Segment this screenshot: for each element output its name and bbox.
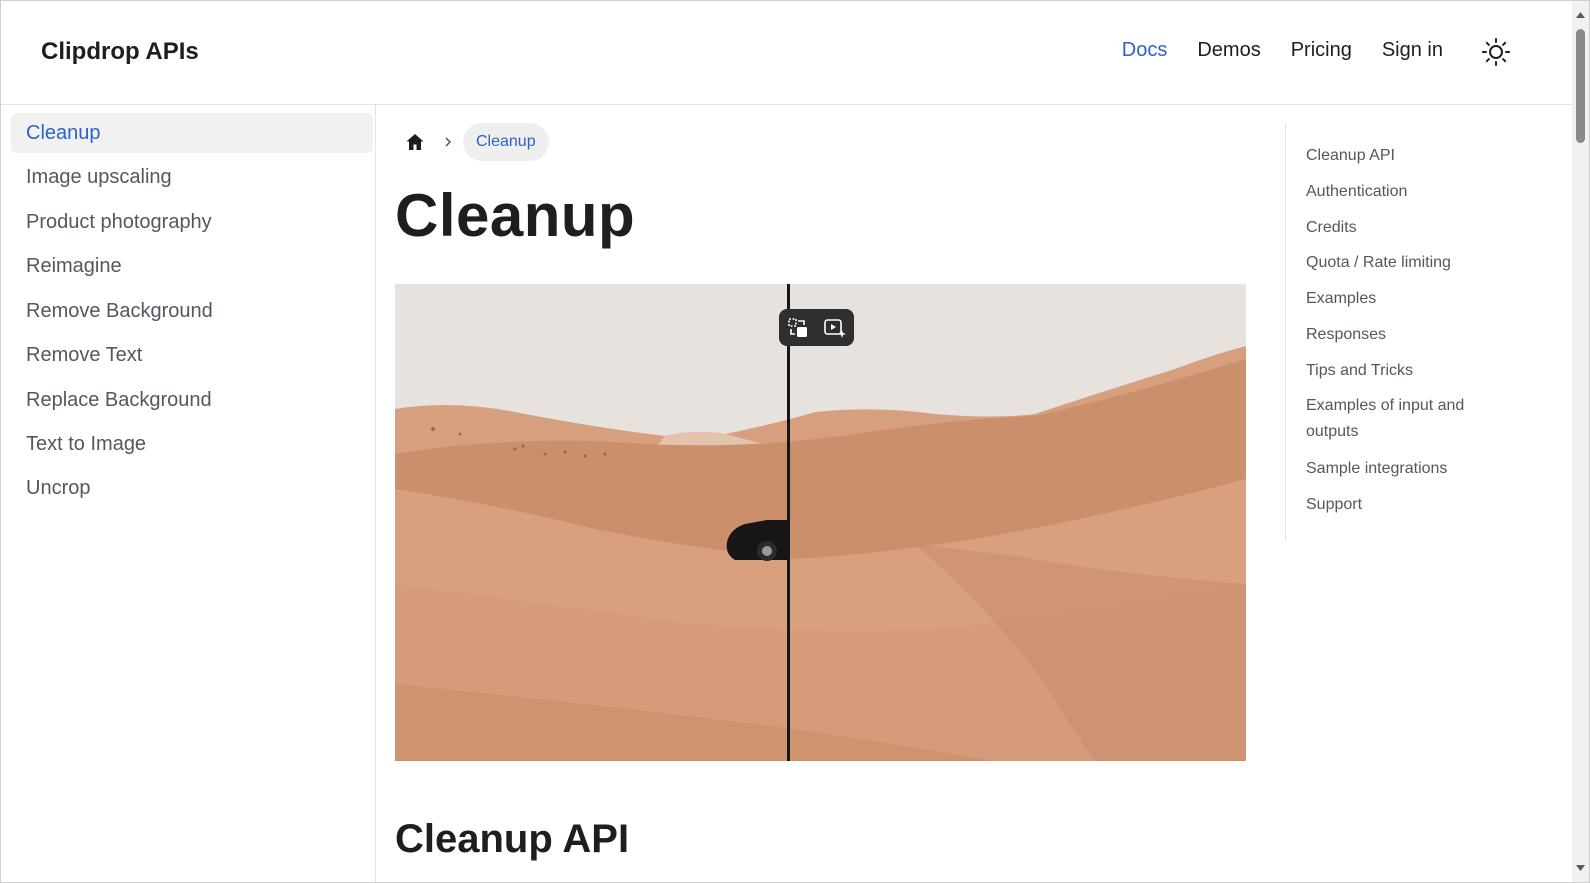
sidebar-item-text-to-image[interactable]: Text to Image [11,424,373,464]
sidebar-item-product-photography[interactable]: Product photography [11,202,373,242]
scroll-up-arrow-icon[interactable] [1574,9,1587,21]
sidebar-item-replace-background[interactable]: Replace Background [11,380,373,420]
home-icon [406,134,424,150]
theme-toggle-button[interactable] [1481,37,1511,67]
page-title: Cleanup [395,182,636,249]
toc-item-sample-integrations[interactable]: Sample integrations [1306,456,1526,482]
toc-item-authentication[interactable]: Authentication [1306,179,1526,205]
scrollbar-thumb[interactable] [1576,29,1585,143]
sidebar-item-uncrop[interactable]: Uncrop [11,468,373,508]
breadcrumb: Cleanup [397,123,549,161]
browser-viewport: Clipdrop APIs Docs Demos Pricing Sign in [0,0,1590,883]
chevron-right-icon [433,124,463,160]
swap-compare-button[interactable] [784,314,812,342]
sidebar-item-label: Image upscaling [26,166,172,188]
sidebar-item-label: Reimagine [26,255,122,277]
toc-item-examples-of-input-and-outputs[interactable]: Examples of input and outputs [1306,393,1496,445]
sidebar-item-label: Replace Background [26,389,212,411]
toc-item-quota-rate-limiting[interactable]: Quota / Rate limiting [1306,250,1526,276]
sidebar-item-label: Uncrop [26,477,91,499]
nav-link-docs[interactable]: Docs [1122,39,1168,62]
nav-link-sign-in[interactable]: Sign in [1382,39,1443,62]
scroll-down-arrow-icon[interactable] [1574,862,1587,874]
toc-item-examples[interactable]: Examples [1306,286,1526,312]
compare-divider-handle[interactable] [787,284,790,761]
compare-controls [779,309,854,346]
before-after-image-compare[interactable] [395,284,1246,761]
main-content: Cleanup Cleanup Cleanup API [377,105,1272,882]
sidebar-item-remove-background[interactable]: Remove Background [11,291,373,331]
swap-compare-icon [787,317,807,337]
desert-image [395,284,1246,761]
sidebar-item-reimagine[interactable]: Reimagine [11,246,373,286]
sidebar-item-image-upscaling[interactable]: Image upscaling [11,157,373,197]
docs-sidebar: Cleanup Image upscaling Product photogra… [1,105,376,882]
table-of-contents: Cleanup API Authentication Credits Quota… [1285,125,1546,539]
sidebar-item-cleanup[interactable]: Cleanup [11,113,373,153]
toc-item-responses[interactable]: Responses [1306,322,1526,348]
brand-logo[interactable]: Clipdrop APIs [41,38,199,66]
section-title-cleanup-api: Cleanup API [395,817,630,861]
nav-link-demos[interactable]: Demos [1197,39,1260,62]
play-magic-button[interactable] [821,314,849,342]
toc-item-cleanup-api[interactable]: Cleanup API [1306,143,1526,169]
sidebar-item-label: Text to Image [26,433,147,455]
sun-icon [1482,38,1510,66]
nav-links: Docs Demos Pricing Sign in [1092,39,1443,62]
vertical-scrollbar[interactable] [1572,1,1589,882]
top-navbar: Clipdrop APIs Docs Demos Pricing Sign in [1,1,1573,105]
sidebar-item-remove-text[interactable]: Remove Text [11,335,373,375]
breadcrumb-home-link[interactable] [397,124,433,160]
toc-item-support[interactable]: Support [1306,492,1526,518]
breadcrumb-current: Cleanup [463,123,549,161]
sidebar-item-label: Cleanup [26,122,101,144]
nav-link-pricing[interactable]: Pricing [1291,39,1352,62]
play-magic-icon [824,318,847,338]
toc-item-tips-and-tricks[interactable]: Tips and Tricks [1306,358,1526,384]
toc-item-credits[interactable]: Credits [1306,215,1526,241]
sidebar-item-label: Product photography [26,211,212,233]
sidebar-item-label: Remove Background [26,300,213,322]
sidebar-item-label: Remove Text [26,344,143,366]
